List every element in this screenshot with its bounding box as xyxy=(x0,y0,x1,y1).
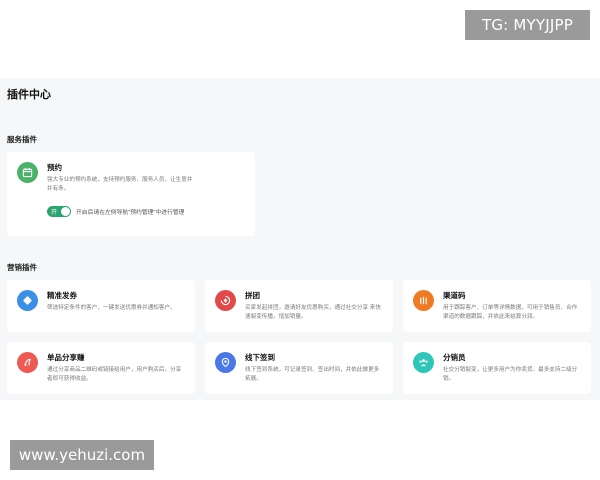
card-title: 线下签到 xyxy=(245,353,275,362)
plugin-card-share-earn[interactable]: 单品分享赚 通过分享商品二维码或链接给用户，用户购买后，分享者即可获得收益。 xyxy=(7,342,195,394)
plugin-center: 插件中心 服务插件 预约 强大专业的预约系统，支持预约服务、服务人员，让生意井井… xyxy=(0,78,600,400)
watermark-top: TG: MYYJJPP xyxy=(465,10,590,40)
ticket-icon xyxy=(17,290,38,311)
calendar-icon xyxy=(17,162,38,183)
booking-toggle[interactable]: 开 xyxy=(47,206,71,217)
card-title: 单品分享赚 xyxy=(47,353,85,362)
toggle-knob xyxy=(61,207,70,216)
card-title: 拼团 xyxy=(245,291,260,300)
card-title: 分销员 xyxy=(443,353,466,362)
service-section-title: 服务插件 xyxy=(7,135,37,144)
card-description: 买家发起拼团，邀请好友优惠购买，通过社交分享 来快速裂变传播，增加销量。 xyxy=(245,305,381,320)
card-description: 社交分销裂变，让更多用户为你卖货。最多支持二级分销。 xyxy=(443,367,578,382)
watermark-bottom: www.yehuzi.com xyxy=(10,440,154,470)
channel-icon xyxy=(413,290,434,311)
plugin-card-distributor[interactable]: 分销员 社交分销裂变，让更多用户为你卖货。最多支持二级分销。 xyxy=(403,342,591,394)
plugin-card-booking[interactable]: 预约 强大专业的预约系统，支持预约服务、服务人员，让生意井井有条。 开 开启后请… xyxy=(7,152,255,236)
card-title: 预约 xyxy=(47,163,62,172)
distributor-icon xyxy=(413,352,434,373)
card-description: 筛选特定条件的客户，一键发送优惠券并通知客户。 xyxy=(47,305,176,311)
plugin-card-group-buy[interactable]: 拼团 买家发起拼团，邀请好友优惠购买，通过社交分享 来快速裂变传播，增加销量。 xyxy=(205,280,393,332)
booking-toggle-row: 开 开启后请在左侧导航"预约管理"中进行管理 xyxy=(47,206,184,217)
card-description: 强大专业的预约系统，支持预约服务、服务人员，让生意井井有条。 xyxy=(47,177,193,192)
toggle-hint: 开启后请在左侧导航"预约管理"中进行管理 xyxy=(76,210,185,216)
plugin-card-coupon[interactable]: 精准发券 筛选特定条件的客户，一键发送优惠券并通知客户。 xyxy=(7,280,195,332)
location-pin-icon xyxy=(215,352,236,373)
plugin-card-channel-code[interactable]: 渠道码 用于跟踪客户、订单等详情数据，可用于销售员、合作渠道的数据跟踪，并依此来… xyxy=(403,280,591,332)
group-buy-icon xyxy=(215,290,236,311)
share-earn-icon xyxy=(17,352,38,373)
card-title: 精准发券 xyxy=(47,291,77,300)
plugin-card-offline-checkin[interactable]: 线下签到 线下签到系统，可记录签到、签出时间，并依此做更多拓展。 xyxy=(205,342,393,394)
page-title: 插件中心 xyxy=(7,89,51,101)
card-description: 用于跟踪客户、订单等详情数据，可用于销售员、合作渠道的数据跟踪，并依此来结算分润… xyxy=(443,305,578,320)
toggle-label: 开 xyxy=(51,210,58,216)
marketing-section-title: 营销插件 xyxy=(7,263,37,272)
card-title: 渠道码 xyxy=(443,291,466,300)
card-description: 通过分享商品二维码或链接给用户，用户购买后，分享者即可获得收益。 xyxy=(47,367,182,382)
card-description: 线下签到系统，可记录签到、签出时间，并依此做更多拓展。 xyxy=(245,367,380,382)
